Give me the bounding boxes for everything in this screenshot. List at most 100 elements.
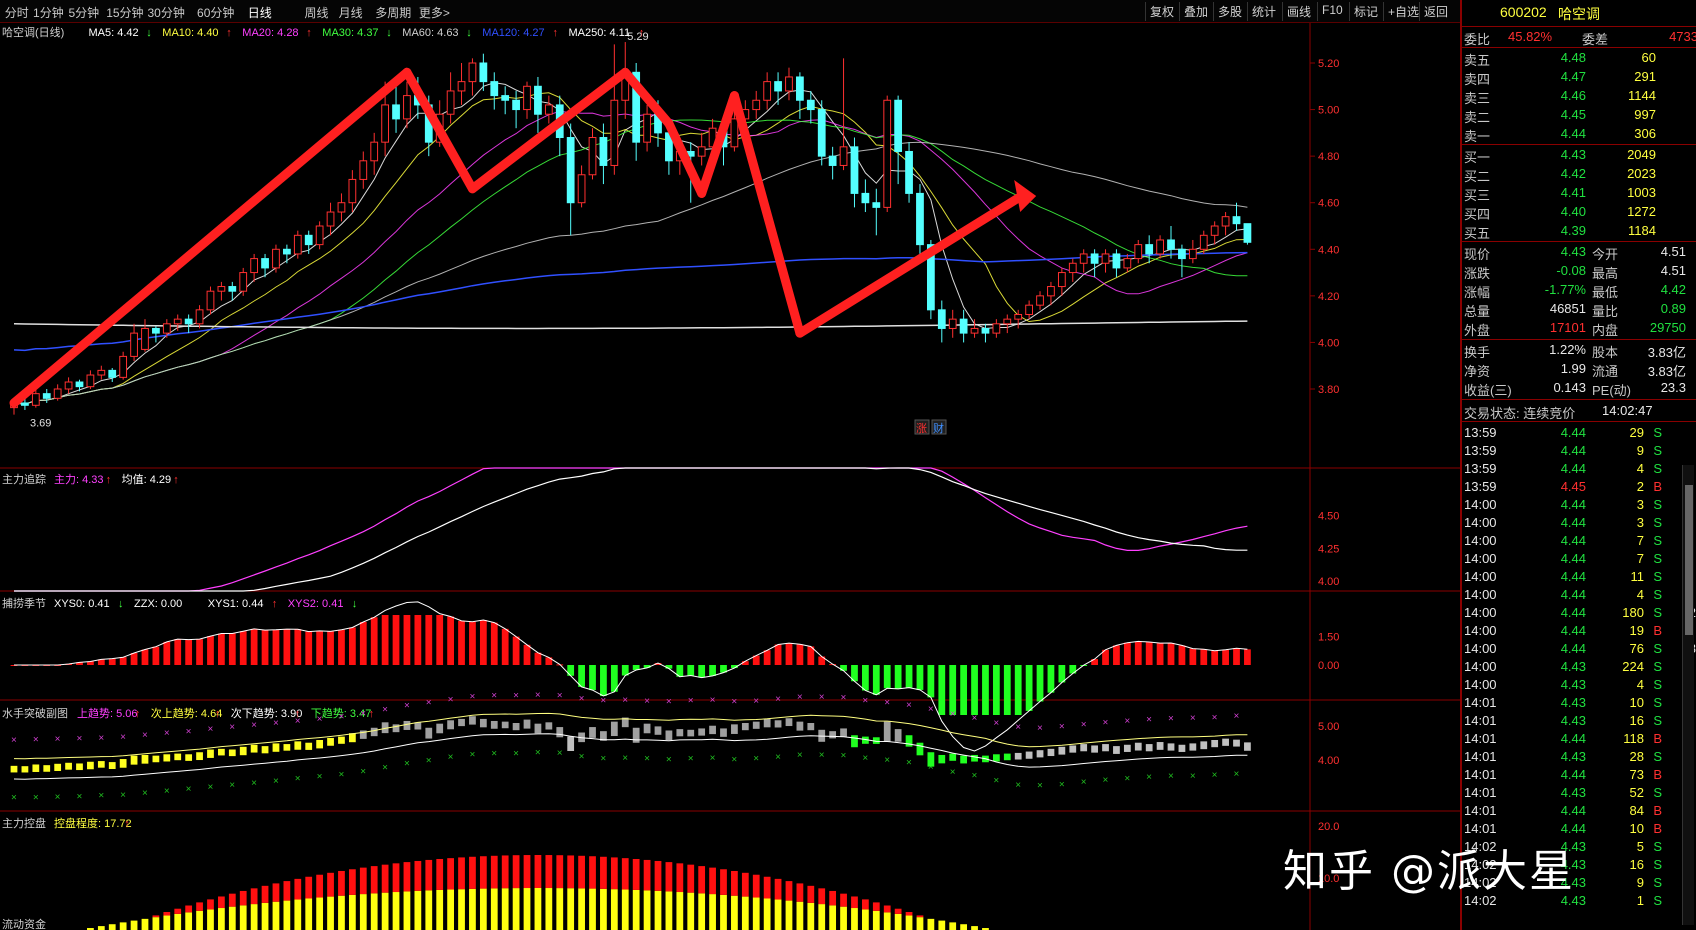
candle-body[interactable]: [1068, 262, 1077, 274]
candle-body[interactable]: [1134, 244, 1143, 260]
bid-level-row[interactable]: 买四 4.40 1272: [1464, 203, 1696, 222]
candle-body[interactable]: [599, 137, 608, 166]
tick-row[interactable]: 14:01 4.43 52 S: [1464, 784, 1696, 802]
candle-body[interactable]: [566, 137, 575, 204]
tick-row[interactable]: 14:01 4.43 10 S: [1464, 694, 1696, 712]
candle-body[interactable]: [1079, 253, 1088, 264]
period-tab[interactable]: 日线: [248, 4, 272, 21]
candle-body[interactable]: [108, 369, 117, 378]
toolbar-button[interactable]: 返回: [1424, 3, 1448, 20]
candle-body[interactable]: [152, 327, 160, 334]
candle-body[interactable]: [937, 309, 946, 329]
candle-body[interactable]: [130, 332, 138, 357]
tick-row[interactable]: 14:00 4.44 19 B: [1464, 622, 1696, 640]
candle-body[interactable]: [31, 393, 40, 406]
tick-row[interactable]: 14:004.4476S18: [1464, 640, 1696, 658]
candle-body[interactable]: [1123, 258, 1132, 269]
period-tab[interactable]: 周线: [304, 4, 328, 21]
event-mark[interactable]: 财: [931, 419, 947, 435]
tick-row[interactable]: 14:00 4.44 7 S: [1464, 532, 1696, 550]
candle-body[interactable]: [577, 174, 586, 204]
candle-body[interactable]: [468, 62, 477, 83]
candle-body[interactable]: [326, 211, 335, 227]
candle-body[interactable]: [1210, 225, 1219, 236]
candle-body[interactable]: [1112, 253, 1121, 269]
tick-row[interactable]: 13:59 4.44 9 S: [1464, 442, 1696, 460]
toolbar-button[interactable]: 画线: [1287, 3, 1311, 20]
candle-body[interactable]: [490, 81, 499, 97]
candle-body[interactable]: [239, 272, 248, 292]
candle-body[interactable]: [381, 104, 390, 143]
tick-row[interactable]: 14:00 4.44 3 S: [1464, 514, 1696, 532]
candle-body[interactable]: [195, 309, 204, 325]
candle-body[interactable]: [697, 146, 706, 157]
candle-body[interactable]: [916, 192, 924, 246]
chart-area[interactable]: 5.20 5.00 4.80 4.60 4.40 4.20 4.00 3.80 5.29 3.69…: [0, 23, 1460, 930]
tick-row[interactable]: 14:00 4.44 7 S: [1464, 550, 1696, 568]
candle-body[interactable]: [501, 95, 510, 101]
period-tab[interactable]: 1分钟: [33, 4, 64, 21]
candle-body[interactable]: [512, 99, 520, 111]
candle-body[interactable]: [97, 369, 106, 376]
candle-body[interactable]: [588, 137, 597, 176]
tick-row[interactable]: 14:01 4.44 118 B: [1464, 730, 1696, 748]
candle-body[interactable]: [1199, 234, 1208, 250]
toolbar-button[interactable]: 叠加: [1184, 3, 1208, 20]
period-tab[interactable]: 30分钟: [148, 4, 185, 21]
candle-body[interactable]: [217, 286, 226, 292]
candle-body[interactable]: [173, 318, 182, 325]
candle-body[interactable]: [796, 76, 804, 101]
candle-body[interactable]: [1036, 295, 1044, 306]
candle-body[interactable]: [817, 109, 826, 157]
candle-body[interactable]: [850, 146, 859, 194]
toolbar-button[interactable]: 多股: [1218, 3, 1242, 20]
candle-body[interactable]: [534, 85, 542, 115]
candle-body[interactable]: [1221, 216, 1230, 227]
tick-row[interactable]: 14:01 4.43 28 S: [1464, 748, 1696, 766]
candle-body[interactable]: [1178, 248, 1186, 260]
candle-body[interactable]: [1047, 286, 1055, 297]
bid-level-row[interactable]: 买二 4.42 2023: [1464, 165, 1696, 184]
tick-row[interactable]: 13:59 4.44 4 S: [1464, 460, 1696, 478]
candle-body[interactable]: [839, 146, 848, 166]
kline-chart[interactable]: 5.205.004.804.604.404.204.003.805.293.69…: [0, 23, 1460, 930]
candle-body[interactable]: [752, 99, 761, 111]
candle-body[interactable]: [457, 81, 466, 92]
candle-body[interactable]: [348, 178, 357, 204]
candle-body[interactable]: [446, 90, 455, 115]
candle-body[interactable]: [970, 327, 979, 334]
candle-body[interactable]: [359, 160, 368, 180]
period-tab[interactable]: 更多>: [419, 4, 450, 21]
candle-body[interactable]: [272, 248, 280, 269]
candle-body[interactable]: [894, 99, 903, 152]
toolbar-button[interactable]: 统计: [1252, 3, 1276, 20]
candle-body[interactable]: [162, 323, 171, 334]
candle-body[interactable]: [610, 99, 619, 166]
bid-level-row[interactable]: 买五 4.39 1184: [1464, 222, 1696, 241]
candle-body[interactable]: [1188, 248, 1197, 260]
candle-body[interactable]: [763, 81, 772, 101]
period-tab[interactable]: 多周期: [375, 4, 411, 21]
event-mark[interactable]: 涨: [914, 419, 930, 435]
candle-body[interactable]: [730, 118, 739, 148]
candle-body[interactable]: [883, 99, 892, 208]
candle-body[interactable]: [1014, 313, 1023, 320]
candle-body[interactable]: [774, 81, 782, 92]
candle-body[interactable]: [141, 327, 149, 350]
candle-body[interactable]: [206, 290, 215, 311]
period-tab[interactable]: 15分钟: [106, 4, 143, 21]
candle-body[interactable]: [403, 95, 411, 120]
candle-body[interactable]: [1232, 216, 1241, 225]
candle-body[interactable]: [53, 388, 62, 399]
bid-level-row[interactable]: 买三 4.41 1003: [1464, 184, 1696, 203]
candle-body[interactable]: [1167, 239, 1175, 250]
period-tab[interactable]: 分时: [5, 4, 29, 21]
candle-body[interactable]: [1003, 318, 1012, 325]
ask-level-row[interactable]: 卖五 4.48 60: [1464, 49, 1696, 68]
tick-row[interactable]: 13:59 4.44 29 S: [1464, 424, 1696, 442]
candle-body[interactable]: [1156, 239, 1164, 255]
candle-body[interactable]: [392, 104, 400, 120]
candle-body[interactable]: [64, 381, 73, 390]
candle-body[interactable]: [828, 155, 837, 166]
tick-row[interactable]: 14:00 4.43 4 S: [1464, 676, 1696, 694]
